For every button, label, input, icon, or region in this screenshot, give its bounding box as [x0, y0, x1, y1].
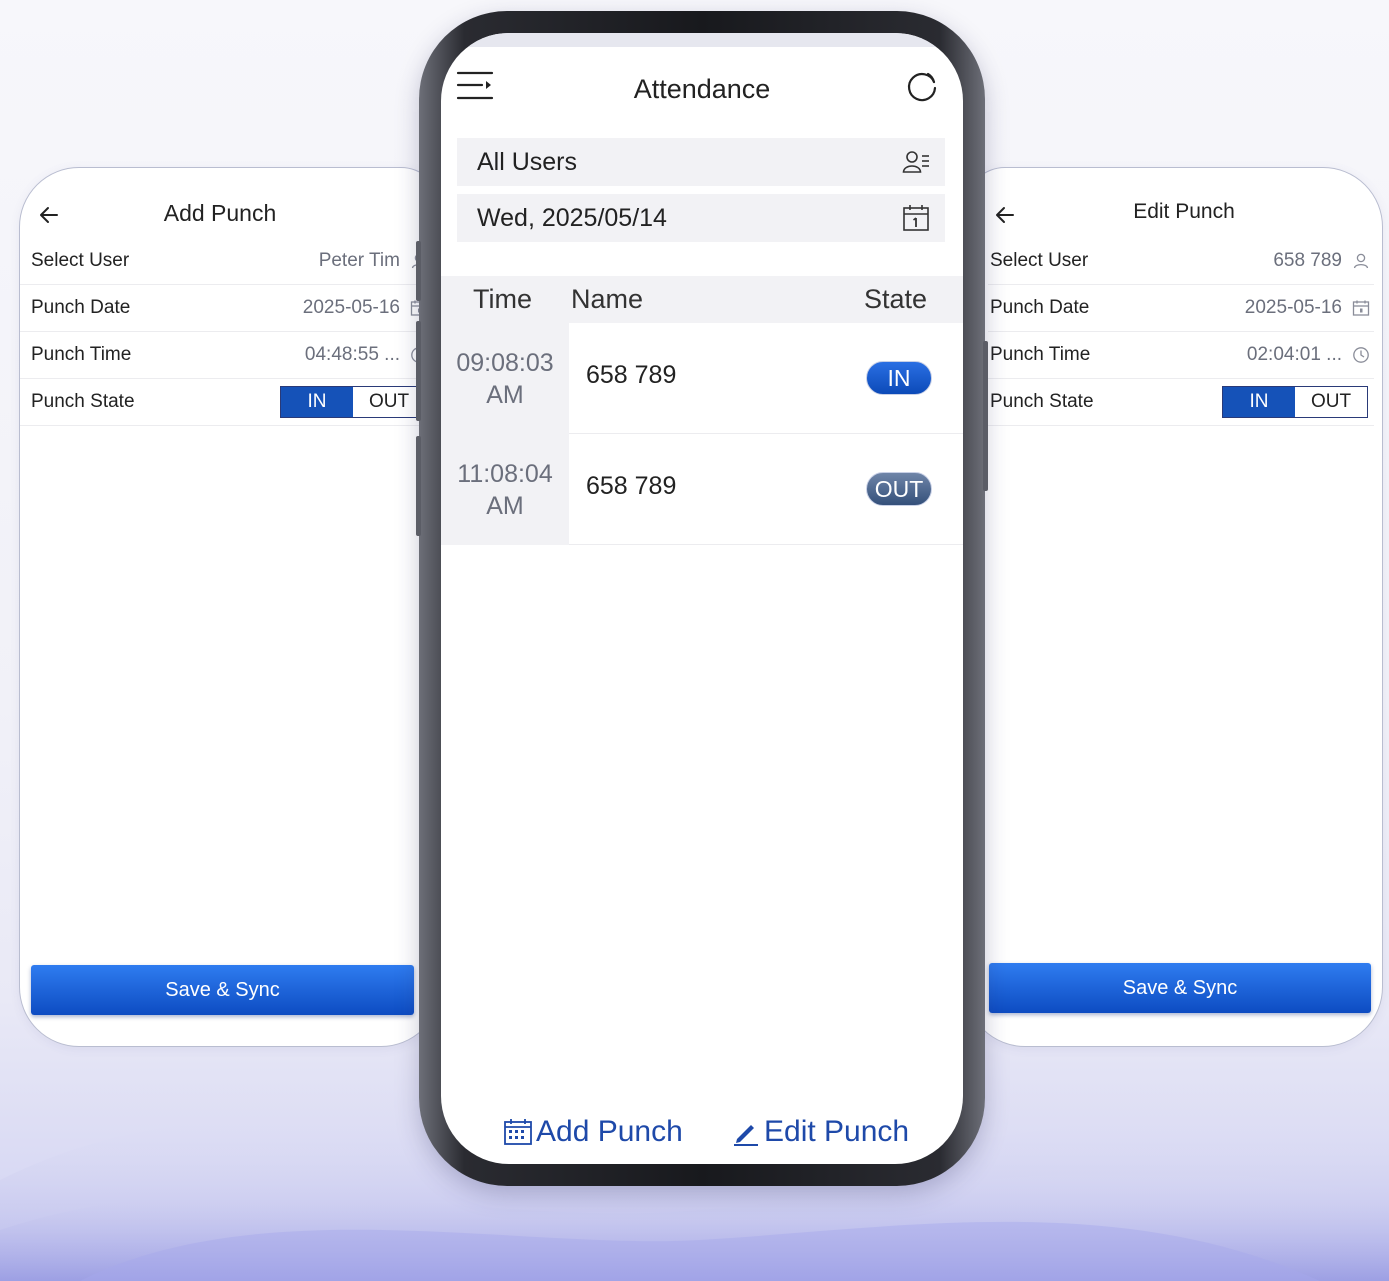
punch-state-row: Punch State IN OUT [988, 379, 1374, 426]
clock-icon [1353, 347, 1369, 363]
time-meridiem: AM [486, 380, 524, 409]
date-filter-label: Wed, 2025/05/14 [477, 203, 667, 232]
phone-frame: Attendance All Users Wed, 2025/05/14 Tim… [416, 11, 988, 1186]
app-header: Attendance [441, 59, 963, 119]
name-cell: 658 789 [586, 472, 677, 500]
user-list-icon [902, 151, 929, 173]
punch-date-value[interactable]: 2025-05-16 [303, 297, 400, 319]
page-title: Attendance [633, 74, 771, 104]
column-header-name: Name [571, 284, 644, 314]
save-sync-button[interactable]: Save & Sync [31, 965, 414, 1015]
status-bar [441, 33, 963, 47]
volume-button [416, 436, 421, 536]
state-out-option[interactable]: OUT [353, 387, 425, 417]
edit-punch-header: Edit Punch [966, 198, 1382, 232]
power-button [983, 341, 988, 491]
punch-state-row: Punch State IN OUT [20, 379, 432, 426]
state-in-option[interactable]: IN [1223, 387, 1295, 417]
punch-time-row[interactable]: Punch Time 02:04:01 ... [988, 332, 1374, 379]
punch-date-value[interactable]: 2025-05-16 [1245, 297, 1342, 319]
punch-date-row[interactable]: Punch Date 2025-05-16 [988, 285, 1374, 332]
user-icon [1353, 253, 1369, 269]
table-header: Time Name State [441, 276, 963, 323]
date-filter[interactable]: Wed, 2025/05/14 [457, 194, 945, 242]
punch-time-row[interactable]: Punch Time 04:48:55 ... [20, 332, 432, 379]
select-user-value[interactable]: 658 789 [1273, 250, 1342, 272]
time-value: 09:08:03 [456, 348, 554, 377]
save-sync-button[interactable]: Save & Sync [989, 963, 1371, 1013]
punch-time-label: Punch Time [990, 344, 1091, 365]
punch-state-label: Punch State [990, 391, 1094, 412]
edit-punch-button[interactable]: Edit Punch [731, 1115, 909, 1149]
calendar-icon [1352, 300, 1370, 316]
state-in-option[interactable]: IN [281, 387, 353, 417]
name-cell: 658 789 [586, 361, 677, 389]
punch-state-toggle[interactable]: IN OUT [1222, 386, 1368, 418]
edit-punch-form: Select User 658 789 Punch Date 2025-05-1… [988, 238, 1374, 426]
add-punch-button[interactable]: Add Punch [503, 1115, 683, 1149]
pencil-icon [734, 1125, 758, 1146]
select-user-row[interactable]: Select User 658 789 [988, 238, 1374, 285]
state-out-option[interactable]: OUT [1295, 387, 1367, 417]
select-user-value[interactable]: Peter Tim [319, 250, 400, 272]
time-cell: 11:08:04 AM [441, 434, 569, 545]
refresh-icon[interactable] [904, 68, 940, 104]
select-user-label: Select User [31, 250, 130, 271]
column-header-time: Time [473, 284, 532, 314]
edit-punch-title: Edit Punch [1133, 200, 1235, 223]
table-row[interactable]: 09:08:03 AM 658 789 IN [441, 323, 963, 434]
punch-date-label: Punch Date [31, 297, 131, 318]
punch-state-label: Punch State [31, 391, 135, 412]
volume-button [416, 321, 421, 421]
side-button [416, 241, 421, 301]
time-value: 11:08:04 [457, 459, 553, 488]
add-punch-form: Select User Peter Tim Punch Date 2025-05… [20, 238, 432, 426]
punch-date-row[interactable]: Punch Date 2025-05-16 [20, 285, 432, 332]
calendar-icon [903, 205, 929, 231]
edit-punch-card: Edit Punch Select User 658 789 Punch Dat… [965, 167, 1383, 1047]
time-cell: 09:08:03 AM [441, 323, 569, 434]
bottom-action-bar: Add Punch Edit Punch [441, 1115, 963, 1164]
select-user-label: Select User [990, 250, 1089, 271]
punch-time-label: Punch Time [31, 344, 132, 365]
state-badge-in: IN [866, 361, 932, 395]
punch-time-value[interactable]: 02:04:01 ... [1247, 344, 1342, 366]
time-meridiem: AM [486, 491, 524, 520]
users-filter-label: All Users [477, 147, 578, 176]
select-user-row[interactable]: Select User Peter Tim [20, 238, 432, 285]
state-badge-out: OUT [866, 472, 932, 506]
punch-state-toggle[interactable]: IN OUT [280, 386, 426, 418]
add-punch-card: Add Punch Select User Peter Tim Punch Da… [19, 167, 441, 1047]
table-row[interactable]: 11:08:04 AM 658 789 OUT [441, 434, 963, 545]
add-punch-label: Add Punch [536, 1115, 683, 1148]
users-filter[interactable]: All Users [457, 138, 945, 186]
punch-time-value[interactable]: 04:48:55 ... [305, 344, 400, 366]
edit-punch-label: Edit Punch [764, 1115, 910, 1148]
punch-date-label: Punch Date [990, 297, 1090, 318]
column-header-state: State [864, 284, 928, 314]
add-punch-header: Add Punch [20, 198, 440, 232]
calendar-add-icon [504, 1119, 532, 1145]
attendance-screen: Attendance All Users Wed, 2025/05/14 Tim… [441, 33, 963, 1164]
add-punch-title: Add Punch [163, 200, 277, 226]
